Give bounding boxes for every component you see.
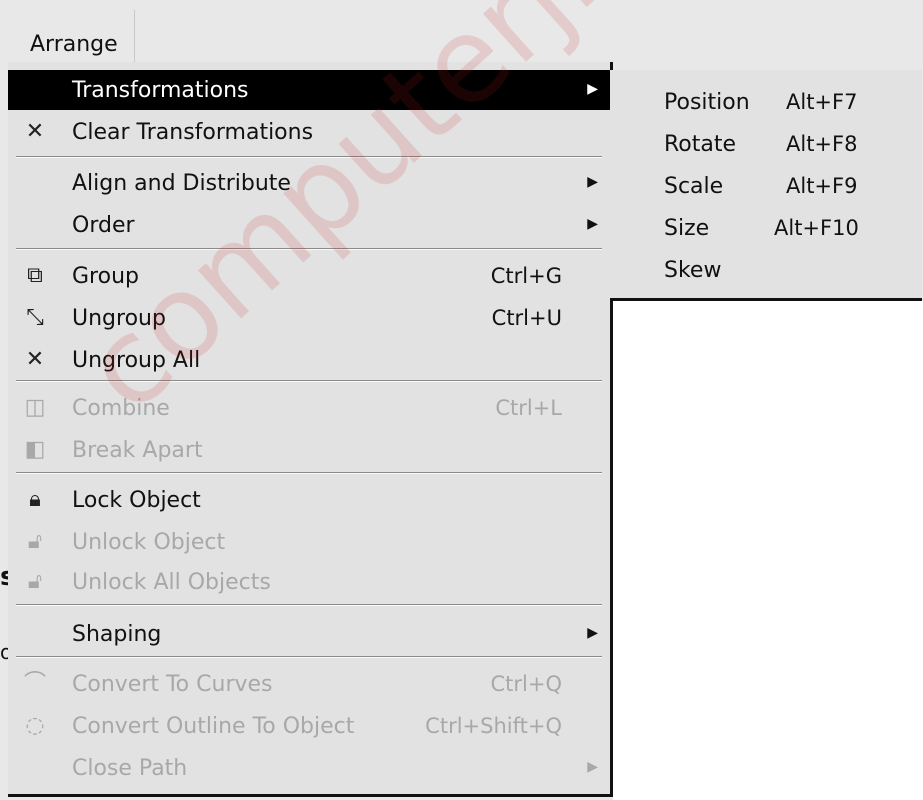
menu-item-shaping[interactable]: Shaping ▶ xyxy=(8,614,610,654)
unlock-all-icon: 🔓︎ xyxy=(27,569,43,594)
ungroup-icon: ⤡ xyxy=(26,305,44,330)
menu-item-label: Ungroup All xyxy=(72,348,201,373)
menu-item-label: Transformations xyxy=(72,78,249,103)
submenu-item-size[interactable]: Size Alt+F10 xyxy=(610,210,922,250)
submenu-item-shortcut: Alt+F10 xyxy=(774,216,859,240)
menu-item-label: Unlock Object xyxy=(72,530,226,555)
menu-separator xyxy=(16,604,602,606)
menu-item-label: Shaping xyxy=(72,622,162,647)
submenu-arrow-icon: ▶ xyxy=(587,759,598,775)
combine-icon: ◫ xyxy=(24,395,46,420)
menu-item-label: Unlock All Objects xyxy=(72,570,271,595)
convert-to-curves-icon: ⌒ xyxy=(23,671,46,696)
menu-item-transformations[interactable]: Transformations ▶ xyxy=(8,70,610,110)
menu-item-clear-transformations[interactable]: ✕ Clear Transformations xyxy=(8,112,610,152)
menu-separator xyxy=(16,248,602,250)
break-apart-icon: ◧ xyxy=(24,437,46,462)
group-icon: ⧉ xyxy=(27,263,43,288)
menu-item-align-distribute[interactable]: Align and Distribute ▶ xyxy=(8,163,610,203)
menu-separator xyxy=(16,380,602,382)
submenu-item-label: Skew xyxy=(664,258,722,283)
submenu-item-skew[interactable]: Skew xyxy=(610,252,922,292)
menu-item-label: Ungroup xyxy=(72,306,166,331)
submenu-arrow-icon: ▶ xyxy=(587,216,598,232)
menu-item-label: Combine xyxy=(72,396,170,421)
menu-item-shortcut: Ctrl+Q xyxy=(490,672,563,696)
menu-item-label: Convert Outline To Object xyxy=(72,714,355,739)
menu-item-close-path: Close Path ▶ xyxy=(8,748,610,788)
menu-item-break-apart: ◧ Break Apart xyxy=(8,430,610,470)
submenu-item-label: Scale xyxy=(664,174,724,199)
menu-item-group[interactable]: ⧉ Group Ctrl+G xyxy=(8,256,610,296)
menu-item-label: Group xyxy=(72,264,139,289)
submenu-item-shortcut: Alt+F7 xyxy=(786,90,858,114)
menu-separator xyxy=(16,156,602,158)
ungroup-all-icon: ✕ xyxy=(25,347,45,372)
arrange-label: Arrange xyxy=(30,32,118,57)
clear-transformations-icon: ✕ xyxy=(25,119,45,144)
menu-separator xyxy=(16,656,602,658)
menu-item-convert-to-curves: ⌒ Convert To Curves Ctrl+Q xyxy=(8,664,610,704)
menu-item-shortcut: Ctrl+Shift+Q xyxy=(425,714,562,738)
menu-item-label: Align and Distribute xyxy=(72,171,291,196)
submenu-arrow-icon: ▶ xyxy=(587,81,598,97)
submenu-item-shortcut: Alt+F9 xyxy=(786,174,858,198)
menu-item-label: Convert To Curves xyxy=(72,672,273,697)
submenu-item-label: Position xyxy=(664,90,750,115)
menu-item-ungroup[interactable]: ⤡ Ungroup Ctrl+U xyxy=(8,298,610,338)
menu-item-combine: ◫ Combine Ctrl+L xyxy=(8,388,610,428)
menu-item-lock-object[interactable]: 🔒︎ Lock Object xyxy=(8,480,610,520)
menu-item-shortcut: Ctrl+U xyxy=(491,306,562,330)
submenu-item-rotate[interactable]: Rotate Alt+F8 xyxy=(610,126,922,166)
submenu-item-label: Rotate xyxy=(664,132,737,157)
menu-item-label: Order xyxy=(72,213,135,238)
convert-outline-icon: ◌ xyxy=(25,713,45,738)
menu-item-shortcut: Ctrl+G xyxy=(490,264,562,288)
arrange-menu-title[interactable]: Arrange xyxy=(8,10,135,63)
submenu-item-position[interactable]: Position Alt+F7 xyxy=(610,84,922,124)
lock-icon: 🔒︎ xyxy=(29,487,41,512)
menu-item-order[interactable]: Order ▶ xyxy=(8,205,610,245)
menu-item-unlock-object: 🔓︎ Unlock Object xyxy=(8,522,610,562)
menu-item-label: Break Apart xyxy=(72,438,203,463)
submenu-arrow-icon: ▶ xyxy=(587,625,598,641)
unlock-icon: 🔓︎ xyxy=(27,529,43,554)
submenu-item-label: Size xyxy=(664,216,710,241)
submenu-item-shortcut: Alt+F8 xyxy=(786,132,858,156)
menu-item-unlock-all-objects: 🔓︎ Unlock All Objects xyxy=(8,562,610,602)
menu-separator xyxy=(16,472,602,474)
menu-item-shortcut: Ctrl+L xyxy=(495,396,562,420)
submenu-item-scale[interactable]: Scale Alt+F9 xyxy=(610,168,922,208)
menu-item-label: Lock Object xyxy=(72,488,201,513)
arrange-dropdown-menu: Transformations ▶ ✕ Clear Transformation… xyxy=(8,62,613,797)
menu-item-label: Close Path xyxy=(72,756,188,781)
menu-item-convert-outline-to-object: ◌ Convert Outline To Object Ctrl+Shift+Q xyxy=(8,706,610,746)
submenu-arrow-icon: ▶ xyxy=(587,174,598,190)
menu-item-label: Clear Transformations xyxy=(72,120,314,145)
menu-item-ungroup-all[interactable]: ✕ Ungroup All xyxy=(8,340,610,380)
transformations-submenu: Position Alt+F7 Rotate Alt+F8 Scale Alt+… xyxy=(610,70,922,301)
document-canvas xyxy=(613,301,923,800)
